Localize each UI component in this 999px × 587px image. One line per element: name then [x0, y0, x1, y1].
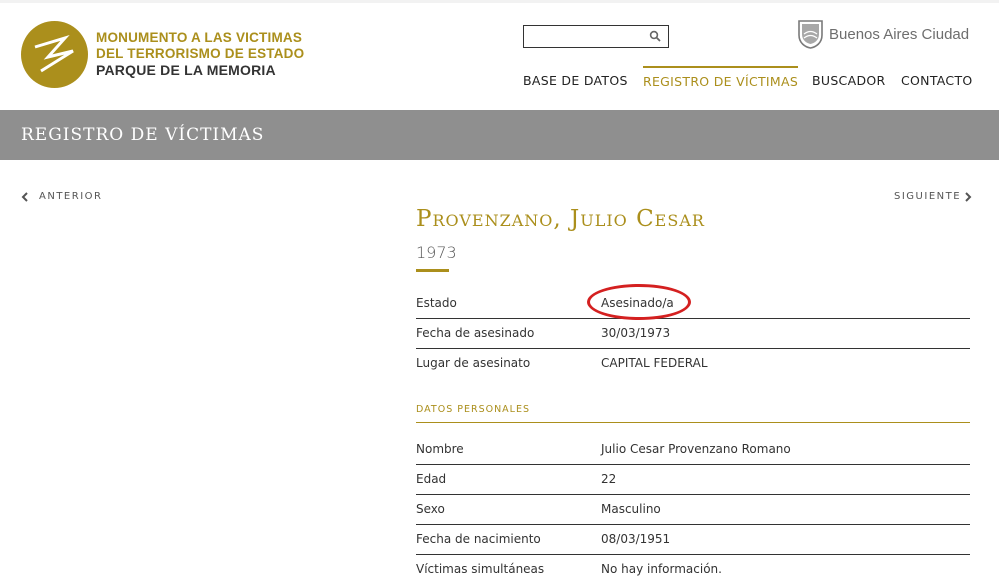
nav-buscador[interactable]: BUSCADOR: [812, 66, 886, 96]
site-logo[interactable]: [21, 21, 88, 88]
section-band: REGISTRO DE VÍCTIMAS: [0, 110, 999, 160]
estado-highlight-circle: [587, 284, 691, 320]
personal-label: Fecha de nacimiento: [416, 532, 541, 546]
top-border: [0, 0, 999, 3]
fact-label: Estado: [416, 296, 457, 310]
personal-label: Edad: [416, 472, 447, 486]
victim-name: Provenzano, Julio Cesar: [416, 206, 705, 232]
nav-contacto[interactable]: CONTACTO: [901, 66, 973, 96]
fact-label: Fecha de asesinado: [416, 326, 535, 340]
city-name: Buenos Aires Ciudad: [829, 26, 970, 43]
personal-value: Julio Cesar Provenzano Romano: [601, 442, 791, 456]
search-input[interactable]: [528, 27, 646, 47]
personal-value: 22: [601, 472, 617, 486]
personal-row-edad: Edad 22: [416, 464, 970, 495]
personal-section-title: DATOS PERSONALES: [416, 404, 531, 415]
personal-section-header: DATOS PERSONALES: [416, 404, 970, 423]
personal-label: Víctimas simultáneas: [416, 562, 545, 576]
next-link[interactable]: SIGUIENTE: [894, 191, 972, 203]
city-seal-icon: [798, 20, 823, 49]
personal-label: Sexo: [416, 502, 445, 516]
personal-value: 08/03/1951: [601, 532, 671, 546]
personal-row-sexo: Sexo Masculino: [416, 494, 970, 525]
personal-row-simultaneas: Víctimas simultáneas No hay información.: [416, 554, 970, 584]
chevron-right-icon: [965, 192, 972, 202]
fact-label: Lugar de asesinato: [416, 356, 531, 370]
fact-row-lugar: Lugar de asesinato CAPITAL FEDERAL: [416, 348, 970, 378]
personal-row-nacimiento: Fecha de nacimiento 08/03/1951: [416, 524, 970, 555]
nav-base-de-datos[interactable]: BASE DE DATOS: [523, 66, 628, 96]
chevron-left-icon: [21, 192, 28, 202]
fact-row-fecha: Fecha de asesinado 30/03/1973: [416, 318, 970, 349]
search-box: [523, 25, 669, 48]
fact-value: CAPITAL FEDERAL: [601, 356, 708, 370]
prev-label: ANTERIOR: [39, 191, 103, 202]
zigzag-logo-icon: [34, 35, 74, 73]
brand-line-2: DEL TERRORISMO DE ESTADO: [96, 46, 305, 61]
personal-row-nombre: Nombre Julio Cesar Provenzano Romano: [416, 434, 970, 465]
fact-row-estado: Estado Asesinado/a: [416, 288, 970, 319]
brand-line-3: PARQUE DE LA MEMORIA: [96, 62, 276, 78]
brand-title[interactable]: MONUMENTO A LAS VICTIMAS DEL TERRORISMO …: [96, 30, 304, 78]
personal-label: Nombre: [416, 442, 464, 456]
section-title: REGISTRO DE VÍCTIMAS: [21, 125, 265, 145]
search-icon[interactable]: [649, 30, 661, 42]
personal-value: No hay información.: [601, 562, 722, 576]
victim-year: 1973: [416, 243, 457, 262]
personal-value: Masculino: [601, 502, 661, 516]
brand-line-1: MONUMENTO A LAS VICTIMAS: [96, 30, 303, 45]
nav-registro-de-victimas[interactable]: REGISTRO DE VÍCTIMAS: [643, 66, 799, 96]
next-label: SIGUIENTE: [894, 191, 962, 202]
fact-value: 30/03/1973: [601, 326, 671, 340]
year-underline: [416, 269, 449, 272]
